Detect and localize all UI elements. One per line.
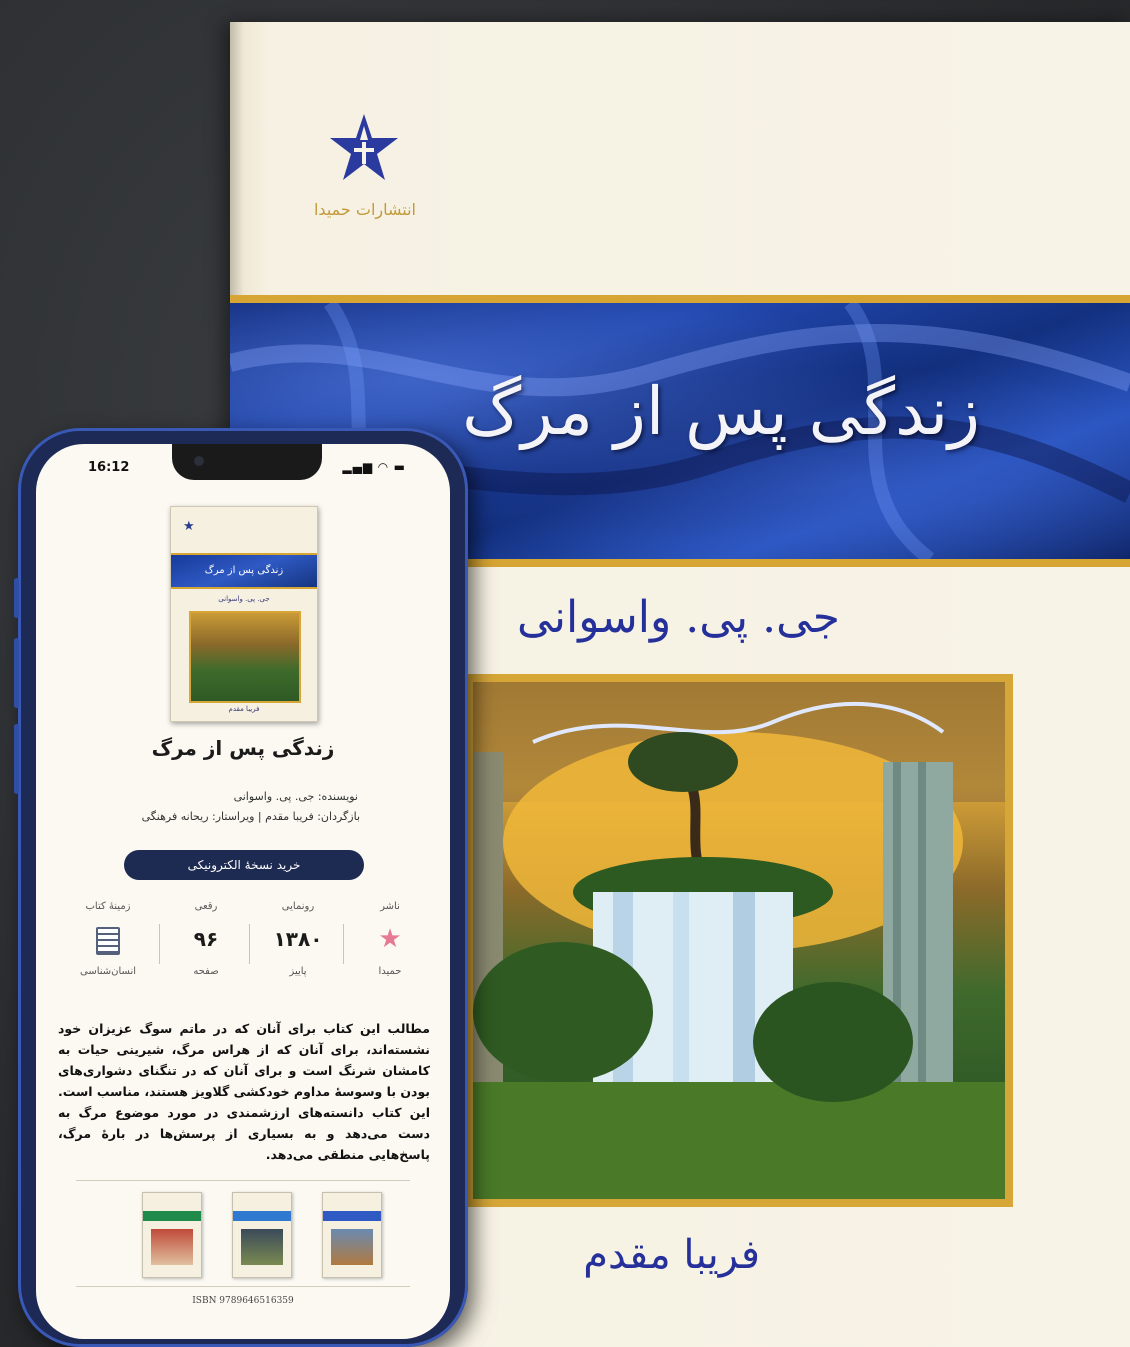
info-release-season: پاییز [289, 966, 307, 977]
publisher-star-logo-icon [330, 114, 398, 180]
info-release: رونمایی ۱۳۸۰ پاییز [258, 898, 338, 998]
publisher-star-icon: ★ [378, 924, 402, 954]
translator-credit: بازگردان: فریبا مقدم | ویراستار: ریحانه … [141, 810, 360, 823]
related-book-thumbnail[interactable] [232, 1192, 292, 1278]
phone-frame: 16:12 ▂▄▆ ◠ ▬ ★ زندگی پس از مرگ جی. پی. … [14, 428, 468, 1347]
category-book-icon [68, 916, 148, 962]
related-cover-image [151, 1229, 193, 1265]
thumb-translator: فریبا مقدم [228, 705, 260, 713]
info-publisher-name: حمیدا [378, 966, 402, 977]
info-category: زمینهٔ کتاب انسان‌شناسی [68, 898, 148, 998]
wifi-icon: ◠ [378, 460, 389, 474]
book-thumbnail[interactable]: ★ زندگی پس از مرگ جی. پی. واسوانی فریبا … [170, 506, 318, 722]
cover-translator: فریبا مقدم [583, 1232, 760, 1278]
volume-down-button [14, 724, 19, 794]
related-book-thumbnail[interactable] [322, 1192, 382, 1278]
info-divider [343, 924, 344, 964]
info-release-year: ۱۳۸۰ [273, 927, 323, 951]
volume-up-button [14, 638, 19, 708]
divider [76, 1286, 410, 1287]
camera-icon [194, 456, 204, 466]
cover-painting [465, 674, 1013, 1207]
publisher-name: انتشارات حمیدا [313, 200, 416, 219]
related-cover-image [241, 1229, 283, 1265]
info-publisher-label: ناشر [380, 901, 400, 912]
side-button [14, 578, 19, 618]
thumb-title: زندگی پس از مرگ [171, 553, 317, 589]
related-cover-image [331, 1229, 373, 1265]
thumb-star-icon: ★ [183, 519, 195, 534]
buy-ebook-button[interactable]: خرید نسخهٔ الکترونیکی [124, 850, 364, 880]
cover-author: جی. پی. واسوانی [517, 592, 840, 643]
status-time: 16:12 [88, 460, 130, 475]
book-title: زندگی پس از مرگ [151, 736, 335, 760]
battery-icon: ▬ [393, 460, 406, 474]
info-category-name: انسان‌شناسی [79, 966, 137, 977]
related-book-thumbnail[interactable] [142, 1192, 202, 1278]
thumb-author: جی. پی. واسوانی [218, 595, 270, 603]
related-band [233, 1211, 291, 1221]
signal-icon: ▂▄▆ [342, 460, 374, 474]
info-pages-unit: صفحه [193, 966, 219, 977]
book-description: مطالب این کتاب برای آنان که در ماتم سوگ … [58, 1021, 430, 1162]
info-divider [159, 924, 160, 964]
author-credit: نویسنده: جی. پی. واسوانی [233, 790, 358, 803]
status-icons: ▂▄▆ ◠ ▬ [342, 460, 406, 474]
divider [76, 1180, 410, 1181]
phone-screen: 16:12 ▂▄▆ ◠ ▬ ★ زندگی پس از مرگ جی. پی. … [36, 444, 450, 1339]
notch [172, 444, 322, 480]
thumb-illustration [189, 611, 301, 703]
info-divider [249, 924, 250, 964]
info-category-label: زمینهٔ کتاب [85, 901, 131, 912]
isbn: ISBN 9789646516359 [192, 1296, 294, 1306]
related-band [323, 1211, 381, 1221]
info-format-label: رقعی [194, 901, 218, 912]
waterfall-illustration [473, 682, 1005, 1199]
cover-title: زندگی پس از مرگ [462, 373, 980, 450]
info-publisher: ناشر ★ حمیدا [350, 898, 430, 998]
related-band [143, 1211, 201, 1221]
info-pages: رقعی ۹۶ صفحه [166, 898, 246, 998]
book-info-row: ناشر ★ حمیدا رونمایی ۱۳۸۰ پاییز رقعی ۹۶ … [56, 898, 430, 998]
info-page-count: ۹۶ [193, 927, 219, 951]
info-release-label: رونمایی [281, 901, 315, 912]
